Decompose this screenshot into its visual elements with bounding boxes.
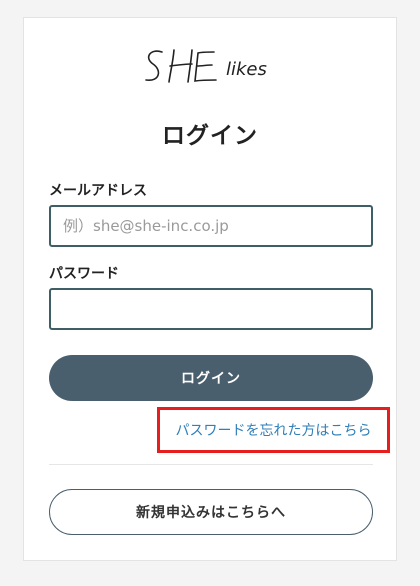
- password-label: パスワード: [49, 266, 119, 282]
- logo-mark: likes: [145, 49, 267, 83]
- svg-text:likes: likes: [226, 59, 267, 80]
- password-field[interactable]: [49, 288, 373, 330]
- she-likes-logo: likes: [24, 42, 396, 92]
- email-label: メールアドレス: [49, 183, 147, 199]
- login-button[interactable]: ログイン: [49, 355, 373, 401]
- forgot-password-link[interactable]: パスワードを忘れた方はこちら: [176, 420, 372, 440]
- forgot-password-highlight: パスワードを忘れた方はこちら: [157, 407, 390, 453]
- signup-button[interactable]: 新規申込みはこちらへ: [49, 489, 373, 535]
- email-field[interactable]: [49, 205, 373, 247]
- login-card: likes ログイン メールアドレス パスワード ログイン パスワードを忘れた方…: [23, 17, 397, 561]
- divider: [49, 464, 373, 465]
- page-title: ログイン: [162, 123, 258, 149]
